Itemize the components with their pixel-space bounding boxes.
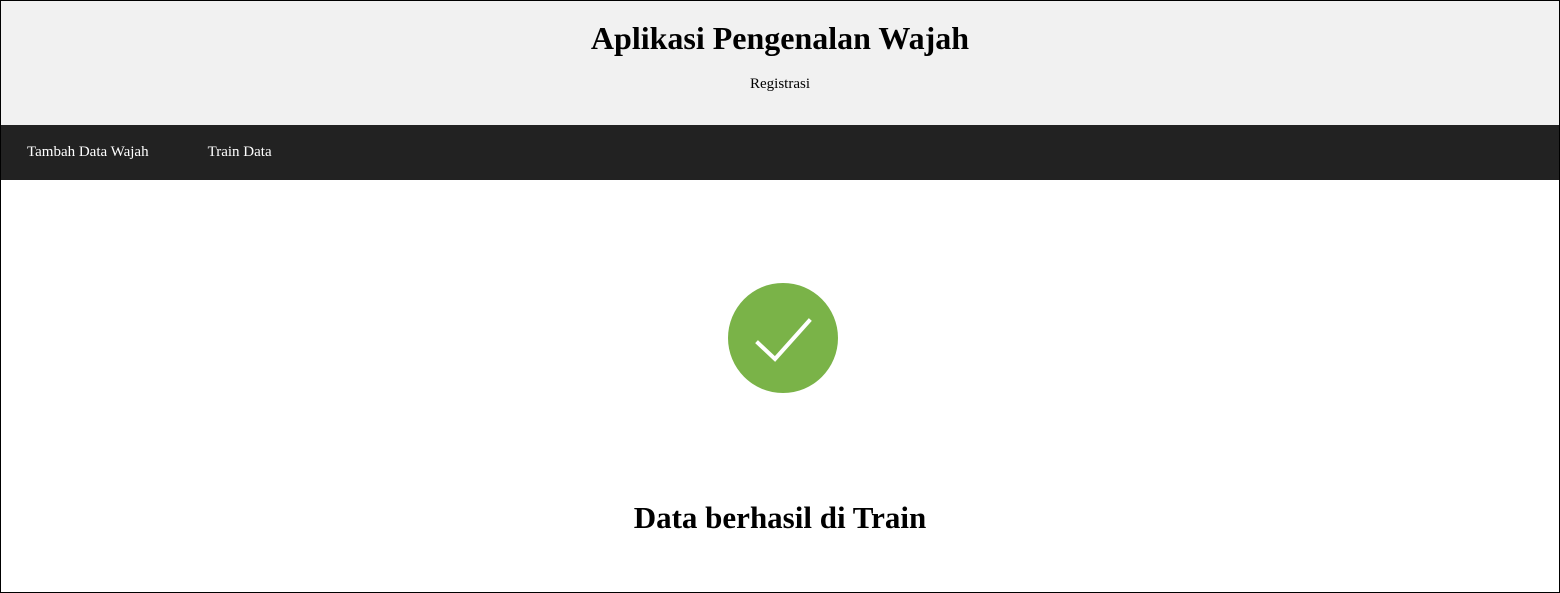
top-navbar: Tambah Data Wajah Train Data xyxy=(1,125,1559,180)
app-title: Aplikasi Pengenalan Wajah xyxy=(590,20,970,56)
app-window: Aplikasi Pengenalan Wajah Registrasi Tam… xyxy=(0,0,1560,593)
main-content: Data berhasil di Train xyxy=(1,180,1559,592)
success-message: Data berhasil di Train xyxy=(633,500,927,535)
page-subtitle: Registrasi xyxy=(750,76,810,92)
nav-item-train-data[interactable]: Train Data xyxy=(208,144,272,161)
checkmark-circle-icon xyxy=(728,283,838,393)
page-header: Aplikasi Pengenalan Wajah Registrasi xyxy=(1,1,1559,125)
checkmark-icon xyxy=(755,318,812,362)
nav-item-tambah-data-wajah[interactable]: Tambah Data Wajah xyxy=(27,144,149,161)
